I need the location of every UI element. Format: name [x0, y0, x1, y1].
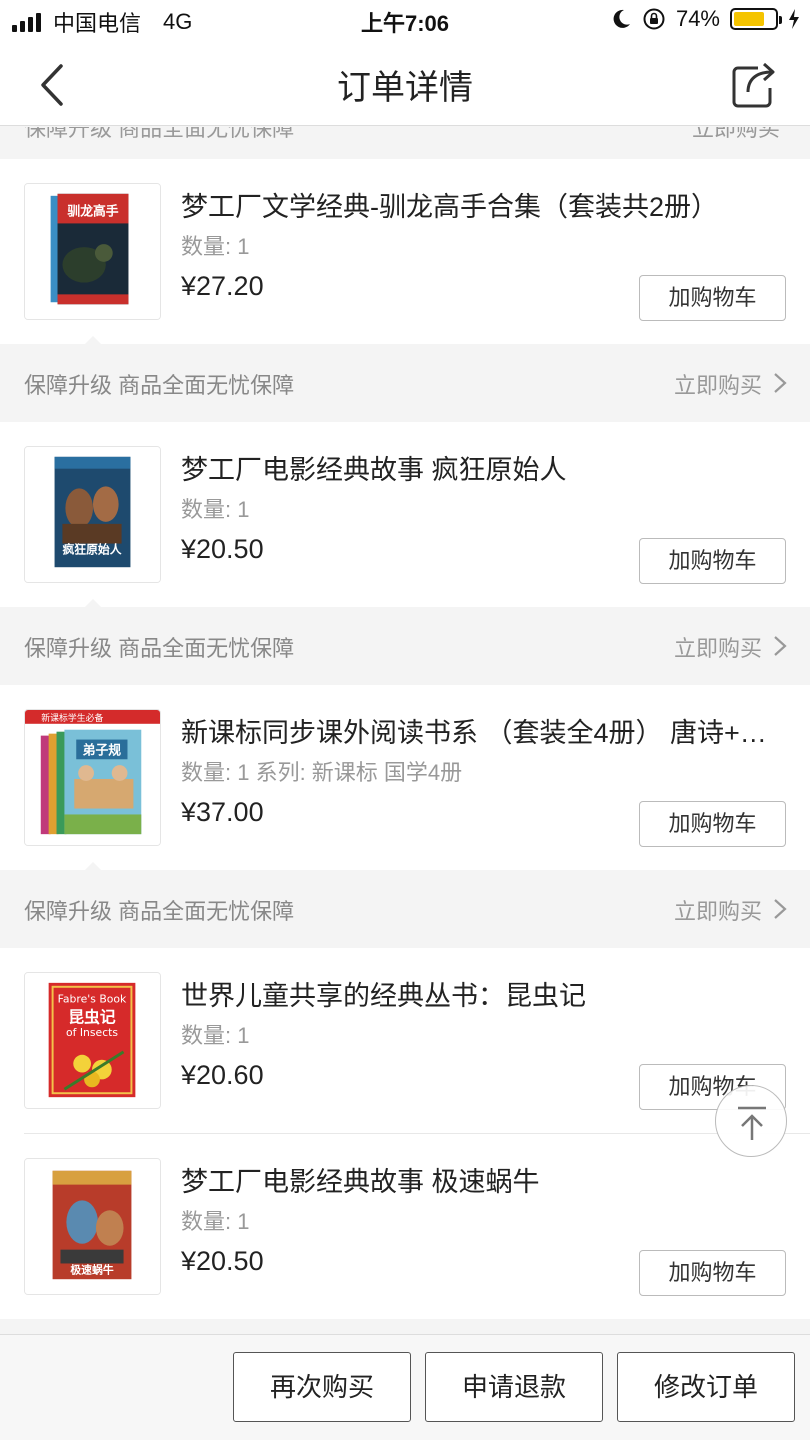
- buy-again-button[interactable]: 再次购买: [233, 1352, 411, 1422]
- chevron-right-icon: [774, 636, 787, 656]
- page-title: 订单详情: [337, 69, 473, 107]
- product-title[interactable]: 梦工厂文学经典-驯龙高手合集（套装共2册）: [181, 185, 781, 224]
- book-cover-insects: Fabre's Book 昆虫记 of Insects: [25, 973, 160, 1108]
- guarantee-row[interactable]: 保障升级 商品全面无忧保障 立即购买: [0, 607, 810, 685]
- product-item[interactable]: Fabre's Book 昆虫记 of Insects 世界儿童共享的经典丛书：…: [0, 948, 810, 1133]
- chevron-right-icon: [774, 373, 787, 393]
- status-right: 74%: [612, 6, 800, 32]
- product-image[interactable]: 疯狂原始人: [24, 446, 161, 583]
- product-item[interactable]: 极速蜗牛 梦工厂电影经典故事 极速蜗牛 数量: 1 ¥20.50 加购物车: [0, 1134, 810, 1319]
- cover-title: 昆虫记: [68, 1007, 115, 1026]
- cover-title: 驯龙高手: [67, 204, 118, 220]
- cover-title: 弟子规: [83, 742, 122, 758]
- product-image[interactable]: 新课标学生必备 弟子规: [24, 709, 161, 846]
- rotation-lock-icon: [643, 8, 665, 30]
- request-refund-button[interactable]: 申请退款: [425, 1352, 603, 1422]
- guarantee-text: 保障升级 商品全面无忧保障: [24, 127, 295, 141]
- guarantee-text: 保障升级 商品全面无忧保障: [24, 636, 295, 661]
- product-quantity: 数量: 1: [181, 497, 250, 522]
- book-cover-dragon: 驯龙高手: [25, 184, 160, 319]
- buy-now-link[interactable]: 立即购买: [674, 631, 762, 663]
- status-bar: 中国电信 4G 上午7:06 74%: [0, 0, 810, 42]
- cover-title: 极速蜗牛: [70, 1262, 113, 1276]
- share-icon[interactable]: [728, 58, 780, 110]
- book-cover-dizigui: 新课标学生必备 弟子规: [25, 710, 160, 845]
- product-image[interactable]: 极速蜗牛: [24, 1158, 161, 1295]
- add-to-cart-button[interactable]: 加购物车: [639, 275, 786, 321]
- charging-icon: [789, 9, 799, 29]
- arrow-up-icon: [738, 1106, 766, 1140]
- modify-order-button[interactable]: 修改订单: [617, 1352, 795, 1422]
- product-image[interactable]: 驯龙高手: [24, 183, 161, 320]
- cover-en-title: Fabre's Book: [58, 993, 127, 1006]
- add-to-cart-button[interactable]: 加购物车: [639, 538, 786, 584]
- guarantee-text: 保障升级 商品全面无忧保障: [24, 373, 295, 398]
- guarantee-text: 保障升级 商品全面无忧保障: [24, 899, 295, 924]
- battery-icon: [730, 8, 782, 30]
- product-quantity: 数量: 1: [181, 234, 250, 259]
- order-content: 保障升级 商品全面无忧保障 立即购买 驯龙高手 梦工厂文学经典-驯龙高手合集（套…: [0, 127, 810, 1333]
- product-title[interactable]: 新课标同步课外阅读书系 （套装全4册） 唐诗+…: [181, 711, 781, 750]
- product-title[interactable]: 梦工厂电影经典故事 疯狂原始人: [181, 448, 781, 487]
- product-price: ¥20.50: [181, 1246, 264, 1276]
- product-title[interactable]: 世界儿童共享的经典丛书：昆虫记: [181, 974, 781, 1013]
- add-to-cart-button[interactable]: 加购物车: [639, 1250, 786, 1296]
- nav-bar: 订单详情: [0, 42, 810, 126]
- buy-now-link[interactable]: 立即购买: [674, 894, 762, 926]
- product-item[interactable]: 疯狂原始人 梦工厂电影经典故事 疯狂原始人 数量: 1 ¥20.50 加购物车: [0, 422, 810, 608]
- product-title[interactable]: 梦工厂电影经典故事 极速蜗牛: [181, 1160, 781, 1199]
- cover-title: 疯狂原始人: [62, 542, 121, 556]
- guarantee-link[interactable]: 立即购买: [692, 127, 780, 143]
- product-item[interactable]: 驯龙高手 梦工厂文学经典-驯龙高手合集（套装共2册） 数量: 1 ¥27.20 …: [0, 159, 810, 345]
- bottom-toolbar: 再次购买 申请退款 修改订单: [0, 1334, 810, 1440]
- scroll-to-top-button[interactable]: [715, 1085, 787, 1157]
- product-price: ¥37.00: [181, 797, 264, 827]
- cover-en-subtitle: of Insects: [66, 1026, 118, 1039]
- guarantee-row[interactable]: 保障升级 商品全面无忧保障 立即购买: [0, 870, 810, 948]
- product-price: ¥20.60: [181, 1060, 264, 1090]
- book-cover-croods: 疯狂原始人: [25, 447, 160, 582]
- product-quantity: 数量: 1: [181, 1209, 250, 1234]
- product-price: ¥27.20: [181, 271, 264, 301]
- buy-now-link[interactable]: 立即购买: [674, 368, 762, 400]
- product-quantity: 数量: 1 系列: 新课标 国学4册: [181, 760, 463, 785]
- chevron-right-icon: [774, 899, 787, 919]
- cover-banner: 新课标学生必备: [41, 712, 103, 724]
- product-item[interactable]: 新课标学生必备 弟子规 新课标同步课外阅读书系 （套装全4册） 唐诗+… 数量:…: [0, 685, 810, 871]
- book-cover-turbo: 极速蜗牛: [25, 1159, 160, 1294]
- battery-percent: 74%: [675, 6, 720, 31]
- moon-icon: [613, 9, 630, 28]
- add-to-cart-button[interactable]: 加购物车: [639, 801, 786, 847]
- product-image[interactable]: Fabre's Book 昆虫记 of Insects: [24, 972, 161, 1109]
- product-price: ¥20.50: [181, 534, 264, 564]
- product-quantity: 数量: 1: [181, 1023, 250, 1048]
- guarantee-row[interactable]: 保障升级 商品全面无忧保障 立即购买: [0, 344, 810, 422]
- guarantee-row-partial: 保障升级 商品全面无忧保障 立即购买: [0, 127, 810, 159]
